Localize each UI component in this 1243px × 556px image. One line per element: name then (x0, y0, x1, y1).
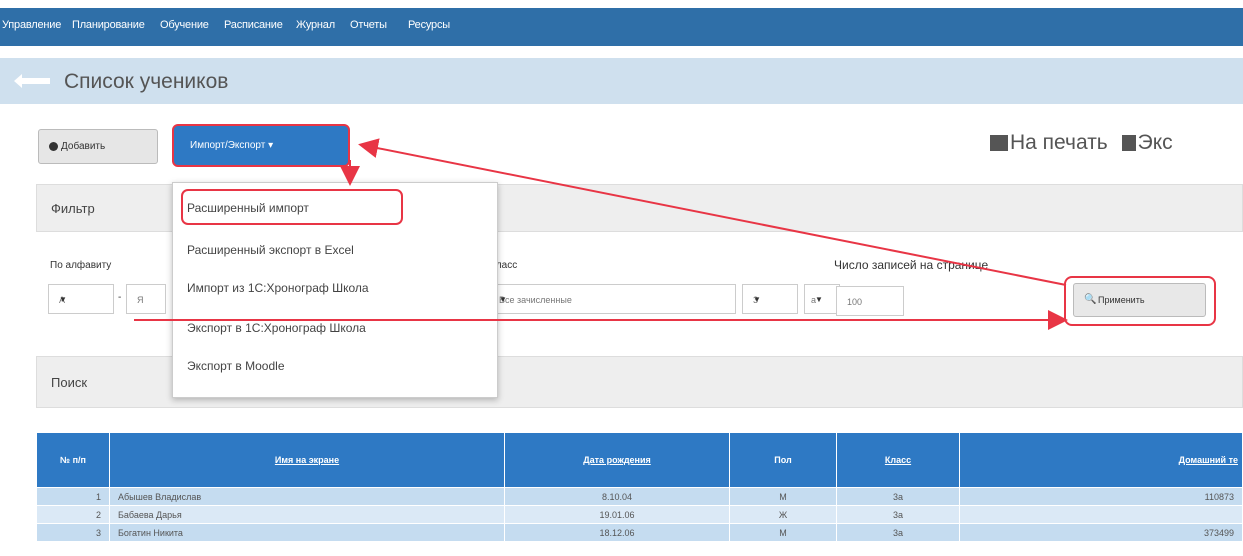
arrow-apply-to-import (358, 138, 1067, 286)
annotation-arrows (134, 138, 1068, 330)
